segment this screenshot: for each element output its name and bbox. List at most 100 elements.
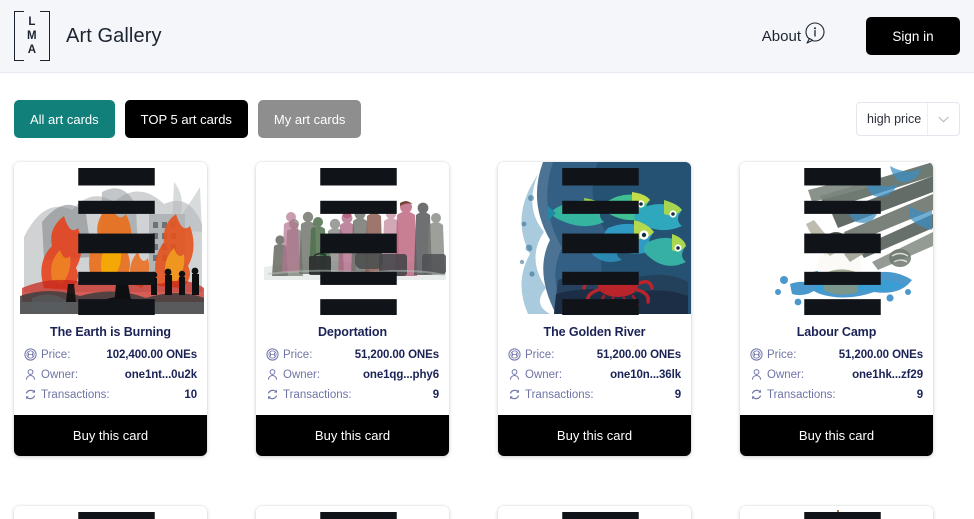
coin-icon <box>24 348 41 361</box>
site-title: Art Gallery <box>66 24 162 47</box>
owner-value: one1nt...0u2k <box>124 368 197 381</box>
card-number-badge: 8 <box>262 512 449 519</box>
art-card[interactable]: 8 <box>256 506 449 519</box>
about-label: About <box>761 28 801 45</box>
barcode-icon <box>20 168 207 315</box>
card-details: The Golden River Price: 51,200.00 ONEs O… <box>498 315 691 408</box>
card-transactions-row: Transactions: 9 <box>750 388 923 401</box>
transactions-value: 9 <box>916 388 923 401</box>
barcode-icon <box>20 512 207 519</box>
card-artwork: 5 <box>740 162 933 315</box>
card-details: Labour Camp Price: 51,200.00 ONEs Owner:… <box>740 315 933 408</box>
price-value: 51,200.00 ONEs <box>838 348 923 361</box>
transactions-value: 10 <box>184 388 197 401</box>
price-label: Price: <box>283 348 313 361</box>
info-bubble-icon <box>802 21 828 51</box>
coin-icon <box>508 348 525 361</box>
card-artwork: 14 <box>740 506 933 519</box>
card-number-badge: 2 <box>20 168 207 315</box>
card-price-row: Price: 51,200.00 ONEs <box>750 348 923 361</box>
price-value: 51,200.00 ONEs <box>354 348 439 361</box>
transactions-value: 9 <box>674 388 681 401</box>
art-card[interactable]: 11 <box>498 506 691 519</box>
card-transactions-row: Transactions: 9 <box>508 388 681 401</box>
barcode-icon <box>746 168 933 315</box>
transactions-label: Transactions: <box>41 388 110 401</box>
card-price-row: Price: 51,200.00 ONEs <box>266 348 439 361</box>
sort-select[interactable]: high price <box>856 102 960 136</box>
person-icon <box>508 368 525 381</box>
brand[interactable]: L M A Art Gallery <box>14 11 162 61</box>
buy-this-card-button[interactable]: Buy this card <box>14 415 207 456</box>
price-value: 102,400.00 ONEs <box>106 348 197 361</box>
art-card[interactable]: 4 The Golden River Price: 51,200.00 ONEs <box>498 162 691 456</box>
tab-top-5-art-cards[interactable]: TOP 5 art cards <box>124 100 248 138</box>
coin-icon <box>750 348 767 361</box>
price-label: Price: <box>767 348 797 361</box>
transactions-label: Transactions: <box>525 388 594 401</box>
logo-letter-a: A <box>27 44 37 56</box>
person-icon <box>266 368 283 381</box>
art-card[interactable]: 14 <box>740 506 933 519</box>
card-details: Deportation Price: 51,200.00 ONEs Owner:… <box>256 315 449 408</box>
card-price-row: Price: 102,400.00 ONEs <box>24 348 197 361</box>
owner-value: one1qg...phy6 <box>362 368 439 381</box>
barcode-icon <box>262 512 449 519</box>
transactions-value: 9 <box>432 388 439 401</box>
card-artwork: 2 <box>14 162 207 315</box>
barcode-icon <box>504 512 691 519</box>
sign-in-button[interactable]: Sign in <box>866 17 960 55</box>
price-label: Price: <box>525 348 555 361</box>
card-artwork: 4 <box>498 162 691 315</box>
art-card[interactable]: 6 <box>14 506 207 519</box>
lma-bracket-logo-icon: L M A <box>14 11 50 61</box>
card-artwork: 11 <box>498 506 691 519</box>
logo-letter-m: M <box>27 30 37 42</box>
card-owner-row: Owner: one1qg...phy6 <box>266 368 439 381</box>
owner-value: one1hk...zf29 <box>852 368 923 381</box>
card-details: The Earth is Burning Price: 102,400.00 O… <box>14 315 207 408</box>
card-artwork: 6 <box>14 506 207 519</box>
barcode-icon <box>262 168 449 315</box>
refresh-icon <box>750 388 767 401</box>
tab-my-art-cards[interactable]: My art cards <box>257 100 362 138</box>
buy-this-card-button[interactable]: Buy this card <box>498 415 691 456</box>
art-card[interactable]: 2 The Earth is Burning Price: 102,400.00… <box>14 162 207 456</box>
card-number-badge: 6 <box>20 512 207 519</box>
card-number-badge: 4 <box>504 168 691 315</box>
card-artwork: 8 <box>256 506 449 519</box>
buy-this-card-button[interactable]: Buy this card <box>740 415 933 456</box>
sort-select-value: high price <box>867 112 922 126</box>
card-artwork: 1 <box>256 162 449 315</box>
owner-label: Owner: <box>283 368 321 381</box>
card-title: The Earth is Burning <box>50 325 171 339</box>
card-title: Deportation <box>317 325 388 339</box>
card-price-row: Price: 51,200.00 ONEs <box>508 348 681 361</box>
about-link[interactable]: About <box>762 21 828 51</box>
barcode-icon <box>504 168 691 315</box>
card-number-badge: 14 <box>746 512 933 519</box>
card-transactions-row: Transactions: 9 <box>266 388 439 401</box>
card-owner-row: Owner: one1nt...0u2k <box>24 368 197 381</box>
card-number-badge: 1 <box>262 168 449 315</box>
buy-this-card-button[interactable]: Buy this card <box>256 415 449 456</box>
header-actions: About Sign in <box>762 17 960 55</box>
tab-all-art-cards[interactable]: All art cards <box>14 100 115 138</box>
art-card-grid: 2 The Earth is Burning Price: 102,400.00… <box>0 138 974 519</box>
filter-tabs: All art cards TOP 5 art cards My art car… <box>14 100 362 138</box>
logo-letter-l: L <box>28 16 36 28</box>
site-header: L M A Art Gallery About Sign in <box>0 0 974 73</box>
person-icon <box>24 368 41 381</box>
owner-label: Owner: <box>767 368 805 381</box>
card-owner-row: Owner: one1hk...zf29 <box>750 368 923 381</box>
transactions-label: Transactions: <box>767 388 836 401</box>
barcode-icon <box>746 512 933 519</box>
chevron-down-icon[interactable] <box>927 103 959 135</box>
person-icon <box>750 368 767 381</box>
card-number-badge: 5 <box>746 168 933 315</box>
price-label: Price: <box>41 348 71 361</box>
refresh-icon <box>24 388 41 401</box>
art-card[interactable]: 1 Deportation Price: 51,200.00 ONEs <box>256 162 449 456</box>
refresh-icon <box>266 388 283 401</box>
art-card[interactable]: 5 Labour Camp Price: 51,200.00 ONEs <box>740 162 933 456</box>
